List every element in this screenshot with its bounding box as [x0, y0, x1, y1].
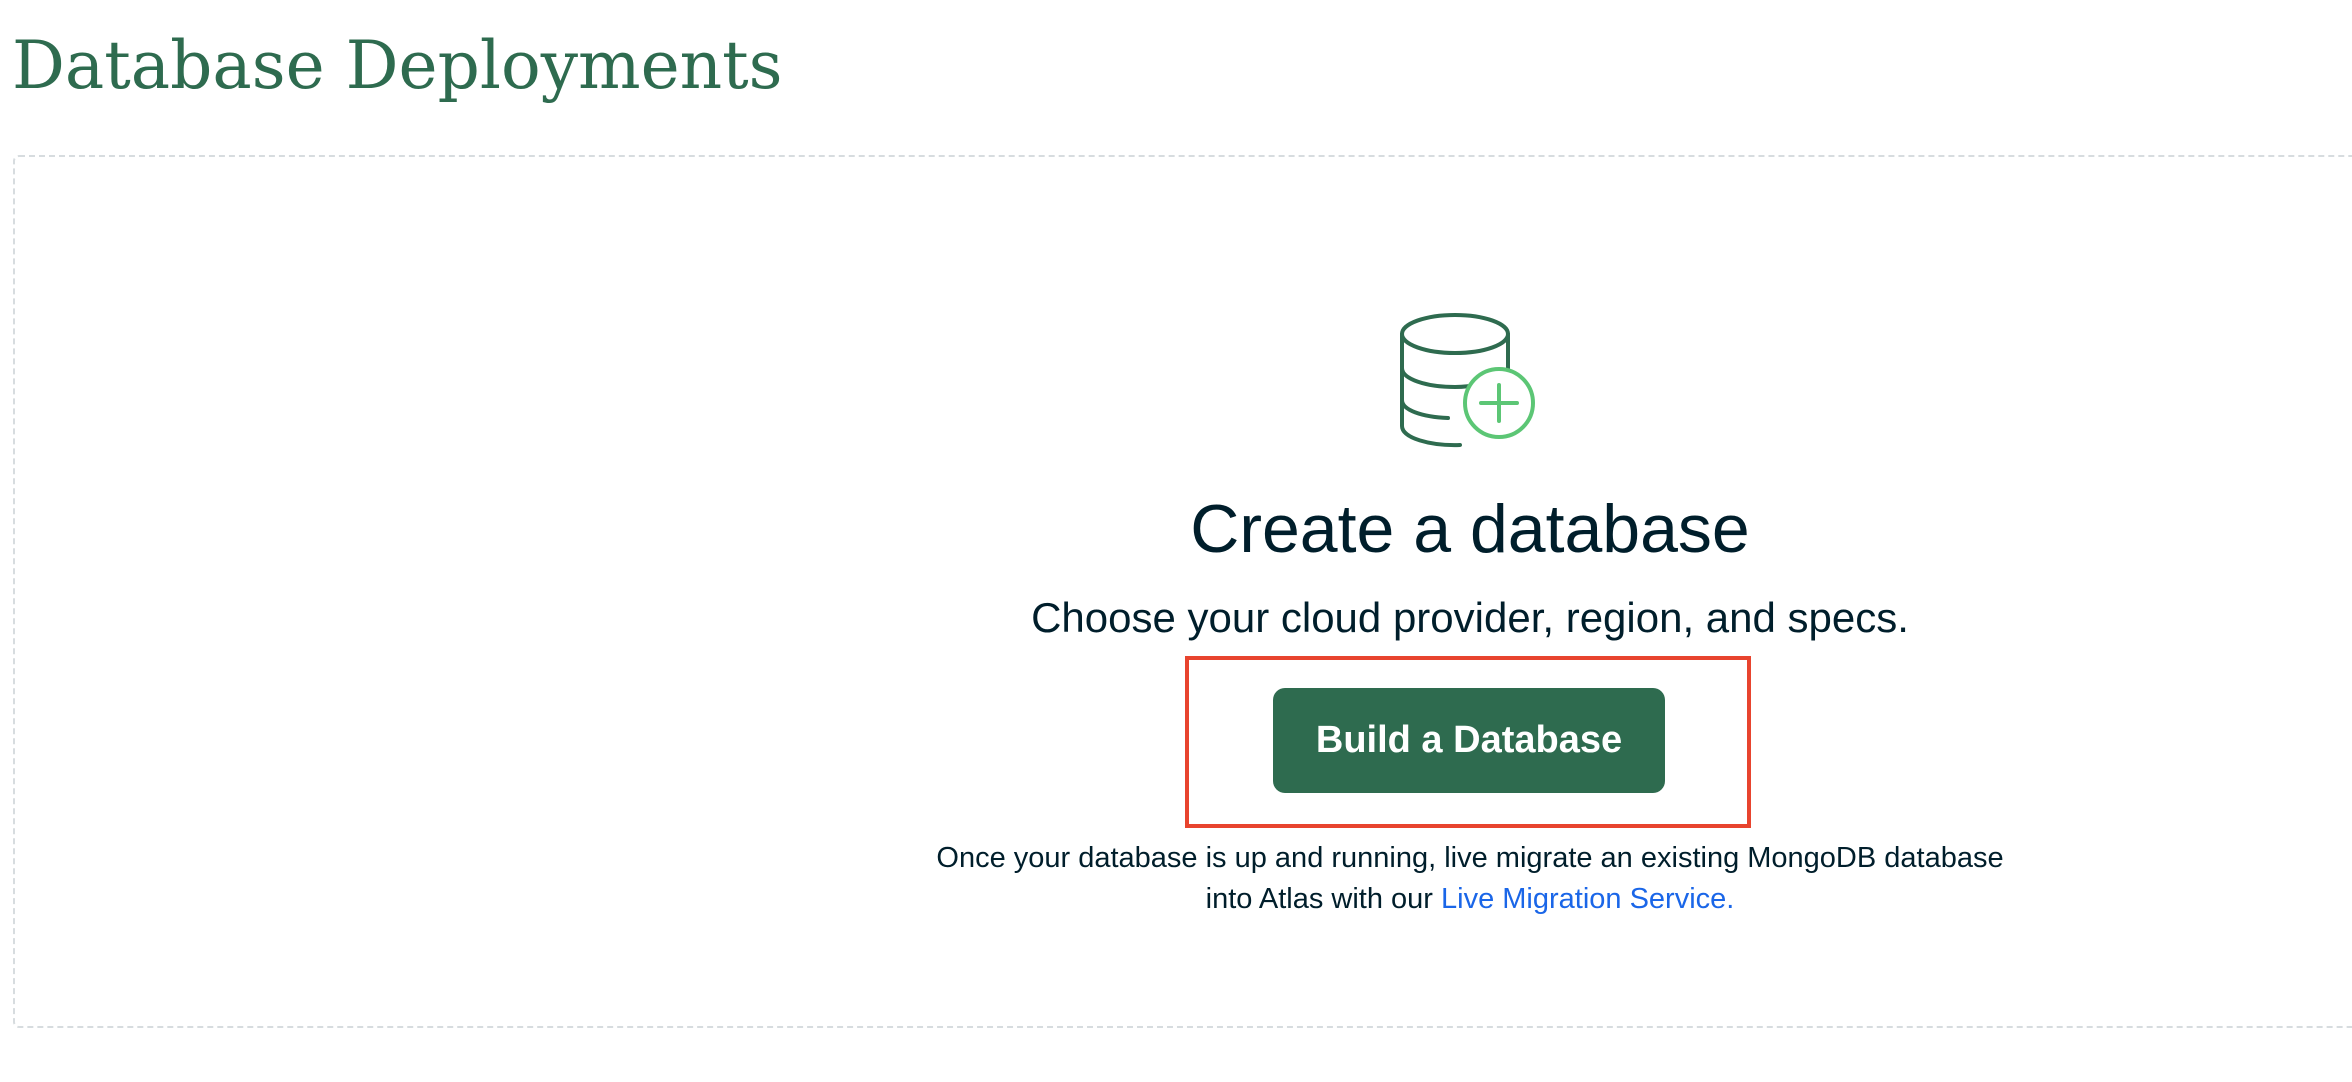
- database-plus-icon: [1400, 313, 1535, 448]
- empty-state-heading: Create a database: [1190, 491, 1750, 567]
- migration-note: Once your database is up and running, li…: [0, 838, 2352, 920]
- page-title: Database Deployments: [12, 27, 783, 104]
- empty-state-subtitle: Choose your cloud provider, region, and …: [1031, 594, 1909, 641]
- migration-note-line2: into Atlas with our: [1205, 883, 1441, 915]
- live-migration-link[interactable]: Live Migration Service.: [1441, 883, 1734, 915]
- build-database-button[interactable]: Build a Database: [1273, 688, 1665, 793]
- migration-note-line1: Once your database is up and running, li…: [936, 842, 2004, 874]
